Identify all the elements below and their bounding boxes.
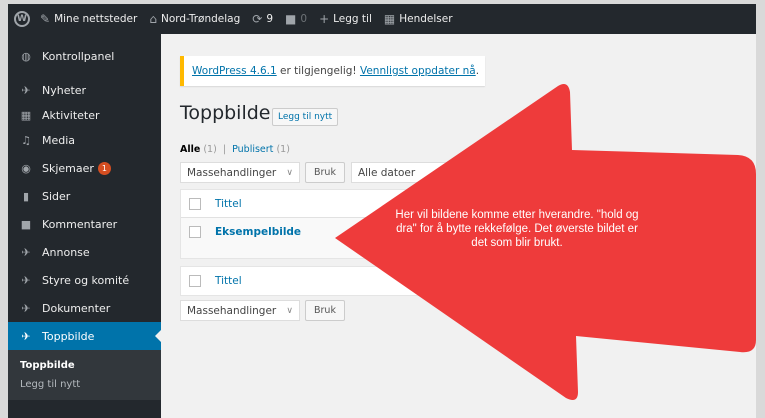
pin-icon: ✈ (21, 245, 31, 259)
sidebar-item-styre-og-komite[interactable]: ✈ Styre og komité (8, 266, 161, 294)
forms-icon: ◉ (21, 161, 31, 175)
sidebar-item-kontrollpanel[interactable]: ◍ Kontrollpanel (8, 42, 161, 70)
select-all-checkbox-footer[interactable] (189, 275, 201, 287)
bulk-actions-select[interactable]: Massehandlinger ∨ (180, 162, 300, 183)
media-icon: ♫ (21, 133, 31, 147)
table-footer: Tittel (180, 266, 510, 296)
updates-count: 9 (266, 13, 274, 25)
notification-badge: 1 (97, 161, 111, 175)
site-name-label: Nord-Trøndelag (160, 13, 241, 25)
submenu-item-toppbilde[interactable]: Toppbilde (8, 356, 161, 375)
sidebar-item-label: Toppbilde (42, 329, 95, 343)
events-menu[interactable]: ▦ Hendelser (378, 4, 459, 34)
wordpress-logo-icon[interactable]: W (14, 11, 30, 27)
date-filter-value: Alle datoer (357, 166, 416, 179)
sidebar-item-annonse[interactable]: ✈ Annonse (8, 238, 161, 266)
comment-icon: ■ (20, 217, 32, 231)
sidebar-item-label: Kommentarer (42, 217, 118, 231)
admin-sidebar: ◍ Kontrollpanel ✈ Nyheter ▦ Aktiviteter … (8, 34, 161, 418)
status-filter: Alle (1) | Publisert (1) (180, 144, 290, 155)
comments-count: 0 (300, 13, 308, 25)
sidebar-item-toppbilde[interactable]: ✈ Toppbilde (8, 322, 161, 350)
add-new-button[interactable]: Legg til nytt (272, 108, 339, 126)
apply-button[interactable]: Bruk (305, 162, 345, 183)
update-now-link[interactable]: Vennligst oppdater nå (360, 65, 476, 77)
submenu-item-add-new[interactable]: Legg til nytt (8, 375, 161, 394)
key-icon: ✎ (40, 12, 51, 26)
new-content-menu[interactable]: + Legg til (313, 4, 378, 34)
pin-icon: ✈ (21, 273, 31, 287)
column-title-sort-footer[interactable]: Tittel (215, 275, 242, 287)
plus-icon: + (319, 12, 330, 26)
sidebar-item-label: Kontrollpanel (42, 49, 115, 63)
table-footer-row: Tittel (181, 267, 509, 295)
dashboard-icon: ◍ (21, 49, 31, 63)
pin-icon: ✈ (21, 83, 31, 97)
filter-published[interactable]: Publisert (232, 144, 273, 155)
sidebar-item-kommentarer[interactable]: ■ Kommentarer (8, 210, 161, 238)
sidebar-item-label: Aktiviteter (42, 108, 100, 122)
events-label: Hendelser (399, 13, 453, 25)
sidebar-item-label: Dokumenter (42, 301, 111, 315)
date-filter-select[interactable]: Alle datoer (350, 162, 461, 183)
page-icon: ▮ (22, 189, 30, 203)
notice-text: er tilgjengelig! (276, 65, 360, 77)
sidebar-item-label: Media (42, 133, 76, 147)
sidebar-item-label: Nyheter (42, 83, 87, 97)
notice-period: . (475, 65, 480, 77)
sidebar-item-label: Skjemaer (42, 161, 94, 175)
bulk-actions-value: Massehandlinger (187, 304, 277, 317)
comments-menu[interactable]: ■ 0 (279, 4, 313, 34)
my-sites-menu[interactable]: ✎ Mine nettsteder (34, 4, 143, 34)
sidebar-item-dokumenter[interactable]: ✈ Dokumenter (8, 294, 161, 322)
bulk-actions-top: Massehandlinger ∨ Bruk Alle datoer (180, 162, 461, 183)
apply-button-bottom[interactable]: Bruk (305, 300, 345, 321)
page-title: Toppbilde (180, 102, 271, 124)
home-icon: ⌂ (149, 12, 157, 26)
sidebar-item-nyheter[interactable]: ✈ Nyheter (8, 76, 161, 104)
sidebar-item-sider[interactable]: ▮ Sider (8, 182, 161, 210)
site-name-menu[interactable]: ⌂ Nord-Trøndelag (143, 4, 246, 34)
sidebar-item-aktiviteter[interactable]: ▦ Aktiviteter (8, 104, 161, 126)
filter-all[interactable]: Alle (180, 144, 200, 155)
row-title-link[interactable]: Eksempelbilde (215, 226, 301, 238)
sidebar-submenu: Toppbilde Legg til nytt (8, 350, 161, 400)
updates-icon: ⟳ (252, 12, 263, 26)
sidebar-item-label: Sider (42, 189, 71, 203)
bulk-actions-bottom: Massehandlinger ∨ Bruk (180, 300, 345, 321)
comment-bubble-icon: ■ (285, 12, 297, 26)
filter-published-count: (1) (276, 144, 290, 155)
my-sites-label: Mine nettsteder (54, 13, 138, 25)
new-content-label: Legg til (333, 13, 372, 25)
sidebar-item-label: Styre og komité (42, 273, 130, 287)
update-notice: WordPress 4.6.1 er tilgjengelig! Vennlig… (180, 56, 485, 86)
calendar-icon: ▦ (383, 12, 396, 26)
admin-bar: W ✎ Mine nettsteder ⌂ Nord-Trøndelag ⟳ 9… (8, 4, 756, 34)
sidebar-item-label: Annonse (42, 245, 90, 259)
bulk-actions-value: Massehandlinger (187, 166, 277, 179)
wordpress-version-link[interactable]: WordPress 4.6.1 (192, 65, 277, 77)
calendar-icon: ▦ (20, 108, 32, 122)
filter-separator: | (222, 144, 227, 155)
annotation-text: Her vil bildene komme etter hverandre. "… (395, 209, 639, 249)
row-checkbox[interactable] (189, 226, 201, 238)
chevron-down-icon: ∨ (286, 305, 293, 316)
bulk-actions-select-bottom[interactable]: Massehandlinger ∨ (180, 300, 300, 321)
select-all-checkbox[interactable] (189, 197, 201, 210)
filter-all-count: (1) (203, 144, 217, 155)
sidebar-item-media[interactable]: ♫ Media (8, 126, 161, 154)
pin-icon: ✈ (21, 329, 31, 343)
chevron-down-icon: ∨ (286, 167, 293, 178)
pin-icon: ✈ (21, 301, 31, 315)
updates-menu[interactable]: ⟳ 9 (246, 4, 279, 34)
sidebar-item-skjemaer[interactable]: ◉ Skjemaer 1 (8, 154, 161, 182)
column-title-sort[interactable]: Tittel (215, 198, 242, 210)
